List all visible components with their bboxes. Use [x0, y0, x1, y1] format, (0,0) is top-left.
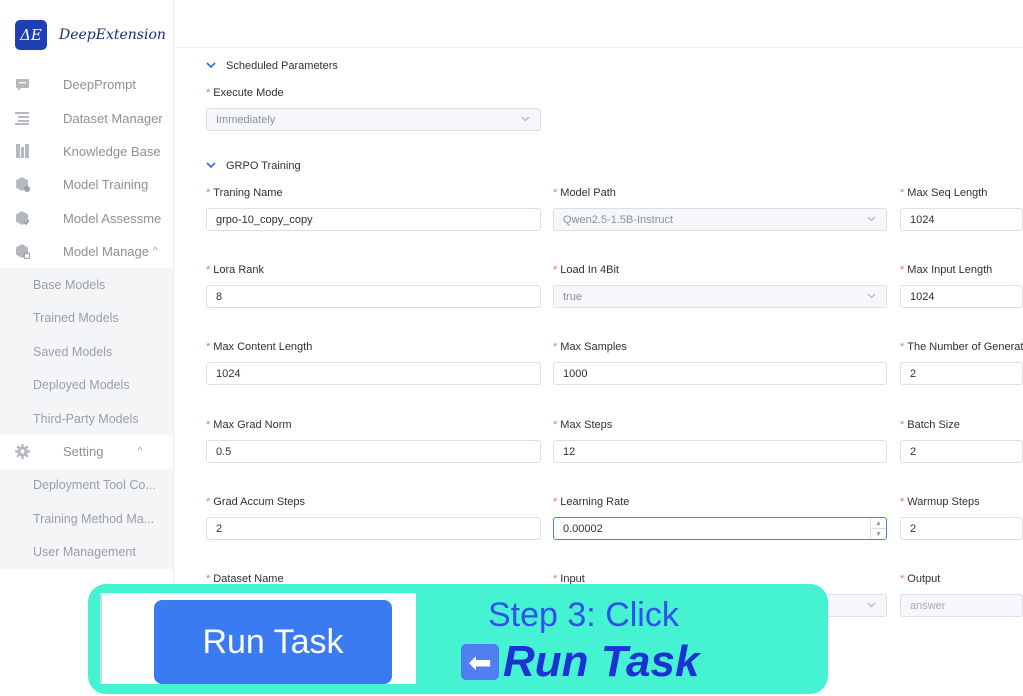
training-name-input[interactable]: grpo-10_copy_copy — [206, 208, 541, 231]
sidebar-item-setting[interactable]: Setting ^ — [0, 435, 173, 468]
sidebar-item-dataset-manager[interactable]: Dataset Manager — [0, 101, 173, 134]
tutorial-callout: Run Task Step 3: Click ⬅ Run Task — [88, 584, 828, 694]
max-samples-label: * Max Samples — [553, 341, 627, 353]
learning-rate-input[interactable]: 0.00002 ▲ ▼ — [553, 517, 887, 540]
chevron-up-icon: ^ — [137, 446, 143, 458]
book-icon — [14, 143, 30, 159]
cube-assess-icon — [14, 210, 30, 226]
sidebar-item-deployment-tool[interactable]: Deployment Tool Co... — [0, 469, 173, 502]
step-target-label: Run Task — [503, 637, 700, 686]
logo-mark: ΔE — [15, 20, 47, 50]
warmup-steps-label: * Warmup Steps — [900, 496, 980, 508]
chevron-down-icon — [867, 214, 876, 224]
step-instruction: Step 3: Click — [488, 596, 679, 634]
chat-icon — [14, 77, 30, 93]
logo[interactable]: ΔE DeepExtension — [15, 20, 166, 50]
chevron-down-icon — [206, 161, 216, 171]
sidebar-item-label: Model Training — [63, 177, 149, 193]
lora-rank-label: * Lora Rank — [206, 264, 265, 276]
chevron-down-icon — [206, 61, 216, 71]
sidebar-item-model-assessment[interactable]: Model Assessme — [0, 202, 173, 235]
top-bar — [175, 0, 1023, 48]
execute-mode-select[interactable]: Immediately — [206, 108, 541, 131]
grpo-training-header[interactable]: GRPO Training — [206, 160, 301, 172]
training-name-label: * Traning Name — [206, 187, 283, 199]
batch-size-input[interactable]: 2 — [900, 440, 1023, 463]
section-title: Scheduled Parameters — [226, 60, 338, 72]
num-generations-input[interactable]: 2 — [900, 362, 1023, 385]
max-seq-length-input[interactable]: 1024 — [900, 208, 1023, 231]
sidebar-item-label: DeepPrompt — [63, 77, 136, 93]
sidebar-item-base-models[interactable]: Base Models — [0, 268, 173, 301]
chevron-down-icon — [521, 114, 530, 124]
sidebar-item-deployed-models[interactable]: Deployed Models — [0, 369, 173, 402]
max-grad-norm-label: * Max Grad Norm — [206, 419, 292, 431]
list-icon — [14, 110, 30, 126]
sidebar-item-model-training[interactable]: Model Training — [0, 168, 173, 201]
sidebar-item-trained-models[interactable]: Trained Models — [0, 302, 173, 335]
sidebar-item-model-manage[interactable]: Model Manage ^ — [0, 235, 173, 268]
section-title: GRPO Training — [226, 160, 301, 172]
setting-submenu: Deployment Tool Co... Training Method Ma… — [0, 468, 173, 569]
output-input[interactable]: answer — [900, 594, 1023, 617]
app-root: ΔE DeepExtension DeepPrompt Dataset Mana… — [0, 0, 1023, 696]
max-content-length-input[interactable]: 1024 — [206, 362, 541, 385]
sidebar-item-deepprompt[interactable]: DeepPrompt — [0, 68, 173, 101]
sidebar-item-training-method[interactable]: Training Method Ma... — [0, 502, 173, 535]
sidebar-item-saved-models[interactable]: Saved Models — [0, 335, 173, 368]
step-instruction-target: ⬅ Run Task — [461, 637, 699, 687]
chevron-down-icon — [867, 600, 876, 610]
sidebar-item-label: Model Manage — [63, 244, 149, 260]
stepper-up-icon[interactable]: ▲ — [871, 518, 886, 529]
cube-training-icon — [14, 177, 30, 193]
chevron-up-icon: ^ — [153, 246, 158, 258]
max-steps-label: * Max Steps — [553, 419, 613, 431]
load-in-4bit-label: * Load In 4Bit — [553, 264, 619, 276]
max-samples-input[interactable]: 1000 — [553, 362, 887, 385]
chevron-down-icon — [867, 291, 876, 301]
run-task-button[interactable]: Run Task — [154, 600, 392, 684]
scheduled-parameters-header[interactable]: Scheduled Parameters — [206, 60, 338, 72]
sidebar-item-label: Dataset Manager — [63, 110, 163, 126]
number-stepper[interactable]: ▲ ▼ — [870, 518, 886, 539]
cube-manage-icon — [14, 244, 30, 260]
stepper-down-icon[interactable]: ▼ — [871, 529, 886, 539]
batch-size-label: * Batch Size — [900, 419, 960, 431]
required-mark: * — [206, 87, 211, 99]
execute-mode-label: * Execute Mode — [206, 87, 284, 99]
sidebar-item-label: Model Assessme — [63, 210, 162, 226]
left-arrow-icon: ⬅ — [461, 644, 499, 680]
max-content-length-label: * Max Content Length — [206, 341, 313, 353]
warmup-steps-input[interactable]: 2 — [900, 517, 1023, 540]
lora-rank-input[interactable]: 8 — [206, 285, 541, 308]
model-path-label: * Model Path — [553, 187, 616, 199]
max-seq-length-label: * Max Seq Length — [900, 187, 988, 199]
gear-icon — [14, 444, 30, 460]
load-in-4bit-select[interactable]: true — [553, 285, 887, 308]
grad-accum-steps-input[interactable]: 2 — [206, 517, 541, 540]
num-generations-label: * The Number of Generat — [900, 341, 1023, 353]
max-steps-input[interactable]: 12 — [553, 440, 887, 463]
max-input-length-input[interactable]: 1024 — [900, 285, 1023, 308]
model-path-select[interactable]: Qwen2.5-1.5B-Instruct — [553, 208, 887, 231]
sidebar-item-user-management[interactable]: User Management — [0, 535, 173, 568]
model-manage-submenu: Base Models Trained Models Saved Models … — [0, 268, 173, 436]
sidebar-item-knowledge-base[interactable]: Knowledge Base — [0, 135, 173, 168]
logo-text: DeepExtension — [59, 27, 166, 43]
grad-accum-steps-label: * Grad Accum Steps — [206, 496, 305, 508]
sidebar-item-third-party-models[interactable]: Third-Party Models — [0, 402, 173, 435]
sidebar-item-label: Setting — [63, 444, 104, 460]
max-input-length-label: * Max Input Length — [900, 264, 993, 276]
sidebar-item-label: Knowledge Base — [63, 143, 161, 159]
sidebar-nav: DeepPrompt Dataset Manager Knowledge Bas… — [0, 68, 173, 569]
learning-rate-label: * Learning Rate — [553, 496, 630, 508]
output-label: * Output — [900, 573, 941, 585]
max-grad-norm-input[interactable]: 0.5 — [206, 440, 541, 463]
